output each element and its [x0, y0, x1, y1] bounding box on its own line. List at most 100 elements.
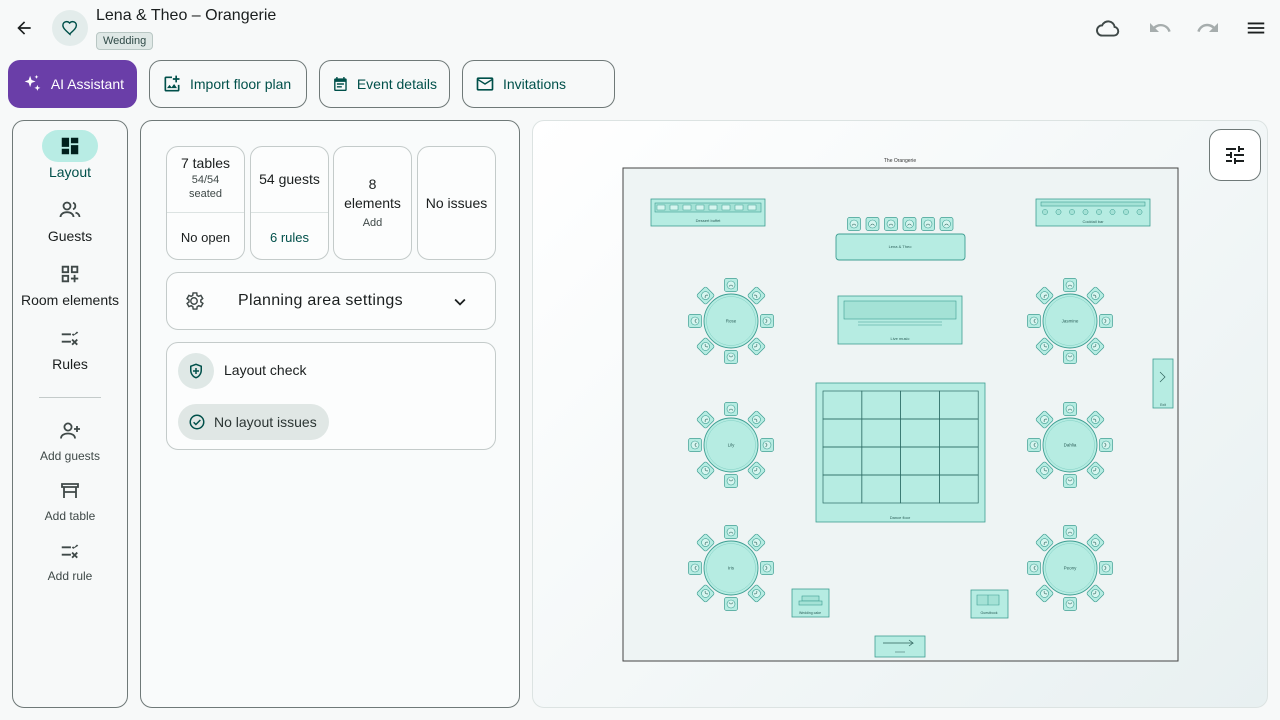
entrance-door[interactable]	[874, 635, 926, 658]
round-table-jasmine[interactable]: Jasmine	[1027, 278, 1113, 364]
chair[interactable]	[1063, 474, 1077, 488]
import-floor-plan-button[interactable]: Import floor plan	[149, 60, 307, 108]
layout-check-avatar	[178, 353, 214, 389]
exit-label: Exit	[1160, 403, 1166, 407]
rules-count-link[interactable]: 6 rules	[251, 230, 328, 245]
chair[interactable]	[1099, 438, 1113, 452]
round-table-peony[interactable]: Peony	[1027, 525, 1113, 611]
chair[interactable]	[865, 217, 880, 231]
issues-stat-card[interactable]: No issues	[417, 146, 496, 260]
chair[interactable]	[1099, 561, 1113, 575]
rail-item-rules[interactable]: Rules	[13, 322, 127, 372]
chair[interactable]	[1063, 402, 1077, 416]
chair[interactable]	[1099, 314, 1113, 328]
rail-label-room-elements: Room elements	[20, 292, 120, 308]
cocktail-bar[interactable]: Cocktail bar	[1035, 198, 1151, 227]
person-add-icon	[60, 422, 80, 439]
chair[interactable]	[921, 217, 935, 231]
open-seats-status: No open	[180, 230, 231, 245]
wedding-cake-label: Wedding cake	[799, 611, 821, 615]
cocktail-bar-label: Cocktail bar	[1082, 219, 1104, 224]
ai-assistant-label: AI Assistant	[50, 76, 124, 92]
chair[interactable]	[1063, 278, 1077, 292]
layout-panel: 7 tables 54/54 seated No open 54 guests …	[140, 120, 520, 708]
chair[interactable]	[884, 217, 898, 231]
rail-divider	[39, 397, 101, 398]
round-table-iris[interactable]: Iris	[688, 525, 774, 611]
stat-divider	[167, 212, 244, 213]
chair[interactable]	[1027, 314, 1041, 328]
bar-stool	[1123, 209, 1129, 215]
gear-icon	[186, 292, 204, 310]
chair[interactable]	[760, 314, 774, 328]
favorite-button[interactable]	[52, 10, 88, 46]
chair[interactable]	[688, 314, 702, 328]
chair[interactable]	[724, 350, 738, 364]
rail-label-guests: Guests	[47, 228, 93, 244]
dance-floor[interactable]: Dance floor	[815, 382, 986, 523]
chair[interactable]	[1063, 597, 1077, 611]
rail-item-room-elements[interactable]: Room elements	[13, 258, 127, 308]
round-table-rose[interactable]: Rose	[688, 278, 774, 364]
chair[interactable]	[939, 217, 954, 231]
guestbook-table[interactable]: Guestbook	[970, 589, 1009, 619]
add-rule-button[interactable]: Add rule	[13, 535, 127, 583]
dessert-buffet[interactable]: Dessert buffet	[650, 198, 766, 227]
arrow-left-icon	[17, 21, 31, 35]
elements-label: elements	[344, 195, 401, 211]
chair[interactable]	[724, 402, 738, 416]
chair[interactable]	[902, 217, 917, 231]
ai-assistant-button[interactable]: AI Assistant	[8, 60, 137, 108]
guests-stat-card[interactable]: 54 guests 6 rules	[250, 146, 329, 260]
chair[interactable]	[724, 525, 738, 539]
chair[interactable]	[1027, 438, 1041, 452]
wedding-cake-table[interactable]: Wedding cake	[791, 588, 830, 618]
planning-area-settings[interactable]: Planning area settings	[166, 272, 496, 330]
tables-count: 7 tables	[180, 155, 231, 171]
tune-sliders-icon	[1226, 146, 1244, 164]
add-element-link[interactable]: Add	[334, 217, 411, 229]
round-table-lily[interactable]: Lily	[688, 402, 774, 488]
redo-icon	[1197, 23, 1218, 32]
page-title: Lena & Theo – Orangerie	[96, 7, 277, 24]
chair[interactable]	[724, 278, 738, 292]
bar-stool	[1069, 209, 1075, 215]
rail-item-layout[interactable]: Layout	[13, 130, 127, 180]
menu-button[interactable]	[1242, 14, 1270, 42]
chair[interactable]	[1063, 525, 1077, 539]
bar-stool	[1136, 209, 1143, 215]
live-music-stage[interactable]: Live music	[837, 295, 963, 345]
add-guests-button[interactable]: Add guests	[13, 415, 127, 463]
no-issues-label: No layout issues	[214, 414, 317, 430]
chair[interactable]	[724, 474, 738, 488]
chair[interactable]	[1063, 350, 1077, 364]
chair[interactable]	[688, 438, 702, 452]
view-settings-button[interactable]	[1209, 129, 1261, 181]
add-table-label: Add table	[44, 509, 96, 523]
table-label: Jasmine	[1062, 319, 1079, 324]
chair[interactable]	[760, 561, 774, 575]
chair[interactable]	[688, 561, 702, 575]
back-button[interactable]	[8, 12, 40, 44]
heart-icon	[62, 20, 78, 36]
redo-button[interactable]	[1194, 14, 1222, 42]
tables-stat-card[interactable]: 7 tables 54/54 seated No open	[166, 146, 245, 260]
round-table-dahlia[interactable]: Dahlia	[1027, 402, 1113, 488]
floor-plan-canvas[interactable]: The Orangerie Dessert buffet Cocktail ba…	[532, 120, 1268, 708]
rail-item-guests[interactable]: Guests	[13, 194, 127, 244]
cloud-sync-button[interactable]	[1094, 14, 1122, 42]
invitations-button[interactable]: Invitations	[462, 60, 615, 108]
exit-door[interactable]: Exit	[1152, 358, 1174, 409]
no-issues-chip[interactable]: No layout issues	[178, 404, 329, 440]
sparkles-icon	[24, 74, 41, 91]
undo-button[interactable]	[1146, 14, 1174, 42]
elements-stat-card[interactable]: 8 elements Add	[333, 146, 412, 260]
chair[interactable]	[724, 597, 738, 611]
chair[interactable]	[760, 438, 774, 452]
floor-plan-svg[interactable]: The Orangerie Dessert buffet Cocktail ba…	[533, 121, 1268, 708]
rules-pill	[42, 322, 98, 354]
chair[interactable]	[847, 217, 861, 231]
chair[interactable]	[1027, 561, 1041, 575]
event-details-button[interactable]: Event details	[319, 60, 450, 108]
add-table-button[interactable]: Add table	[13, 475, 127, 523]
